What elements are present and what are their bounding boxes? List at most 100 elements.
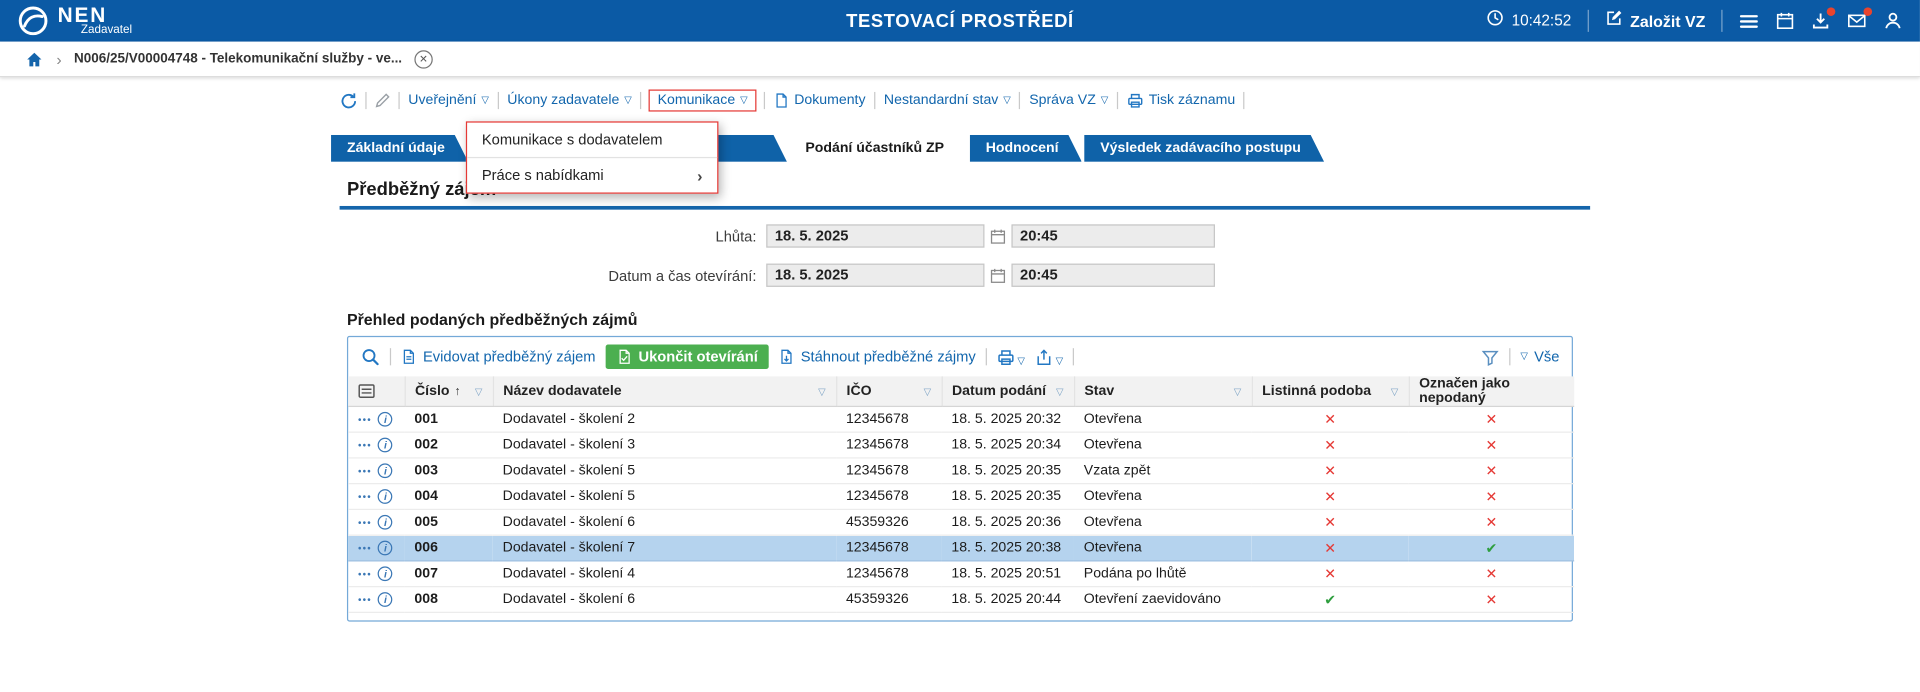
oteviani-date-input[interactable]: 18. 5. 2025	[766, 263, 985, 287]
col-datum-podani[interactable]: Datum podání ▽	[941, 376, 1075, 408]
calendar-icon[interactable]	[1775, 11, 1795, 31]
menu-item-prace-s-nabidkami[interactable]: Práce s nabídkami ›	[467, 156, 718, 193]
user-profile-icon[interactable]	[1883, 11, 1903, 31]
column-label: Název dodavatele	[503, 383, 622, 399]
lhuta-date-input[interactable]: 18. 5. 2025	[766, 224, 985, 248]
server-time: 10:42:52	[1486, 9, 1571, 34]
oteviani-time-input[interactable]: 20:45	[1011, 263, 1215, 287]
chevron-down-icon: ▽	[1017, 354, 1025, 366]
cell-number: 002	[404, 432, 493, 459]
info-icon[interactable]: i	[378, 592, 393, 607]
cell-actions: ••• i	[348, 586, 405, 613]
refresh-icon[interactable]	[340, 91, 358, 109]
info-icon[interactable]: i	[378, 566, 393, 582]
ukoncit-oteviani-button[interactable]: Ukončit otevírání	[605, 344, 769, 370]
row-actions-icon[interactable]: •••	[358, 440, 372, 451]
row-actions-icon[interactable]: •••	[358, 465, 372, 476]
info-icon[interactable]: i	[378, 514, 393, 530]
chevron-down-icon: ▽	[1520, 350, 1528, 362]
row-actions-icon[interactable]: •••	[358, 543, 372, 554]
menu-sprava-vz[interactable]: Správa VZ ▽	[1028, 91, 1110, 111]
info-icon[interactable]: i	[378, 463, 393, 479]
home-icon[interactable]	[25, 50, 45, 68]
lhuta-time-input[interactable]: 20:45	[1011, 224, 1215, 248]
filter-arrow-icon[interactable]: ▽	[1234, 386, 1242, 397]
printer-icon	[1127, 92, 1144, 109]
edit-record-icon[interactable]	[374, 92, 391, 109]
messages-icon[interactable]	[1846, 7, 1873, 31]
row-actions-icon[interactable]: •••	[358, 414, 372, 425]
column-label: Označen jako nepodaný	[1419, 376, 1510, 406]
menu-nestandardni-stav[interactable]: Nestandardní stav ▽	[883, 91, 1012, 111]
table-row[interactable]: ••• i 008 Dodavatel - školení 6 45359326…	[348, 586, 1575, 613]
filter-arrow-icon[interactable]: ▽	[924, 386, 932, 397]
date-picker-icon[interactable]	[989, 267, 1006, 284]
stahnout-zajmy-button[interactable]: Stáhnout předběžné zájmy	[779, 348, 976, 365]
col-nazev-dodavatele[interactable]: Název dodavatele ▽	[492, 376, 837, 408]
table-row[interactable]: ••• i 004 Dodavatel - školení 5 12345678…	[348, 483, 1575, 511]
filter-arrow-icon[interactable]: ▽	[475, 386, 483, 397]
cell-date-submitted: 18. 5. 2025 20:51	[941, 560, 1074, 588]
col-oznacen-jako-nepodany[interactable]: Označen jako nepodaný	[1408, 376, 1575, 408]
table-row[interactable]: ••• i 001 Dodavatel - školení 2 12345678…	[348, 406, 1575, 433]
row-actions-icon[interactable]: •••	[358, 517, 372, 528]
row-actions-icon[interactable]: •••	[358, 491, 372, 502]
table-row[interactable]: ••• i 003 Dodavatel - školení 5 12345678…	[348, 457, 1575, 485]
col-stav[interactable]: Stav ▽	[1073, 376, 1253, 408]
breadcrumb-item[interactable]: N006/25/V00004748 - Telekomunikační služ…	[74, 51, 402, 66]
export-grid-button[interactable]: ▽	[1035, 348, 1063, 366]
info-icon[interactable]: i	[378, 437, 393, 453]
deadline-form: Lhůta: 18. 5. 2025 20:45 Datum a čas ote…	[340, 224, 1215, 287]
cell-paper-form-mark: ✔	[1251, 586, 1409, 613]
print-grid-button[interactable]: ▽	[997, 348, 1025, 366]
cell-actions: ••• i	[348, 457, 405, 485]
tab-hodnoceni[interactable]: Hodnocení	[970, 135, 1082, 162]
menu-uverejneni[interactable]: Uveřejnění ▽	[407, 91, 490, 111]
menu-tisk-zaznamu[interactable]: Tisk záznamu	[1125, 89, 1236, 111]
hamburger-menu-icon[interactable]	[1738, 10, 1759, 31]
filter-arrow-icon[interactable]: ▽	[1056, 386, 1064, 397]
col-ico[interactable]: IČO ▽	[836, 376, 943, 408]
menu-dokumenty[interactable]: Dokumenty	[772, 89, 867, 111]
cell-paper-form-mark: ✕	[1251, 509, 1409, 536]
grid-body: ••• i 001 Dodavatel - školení 2 12345678…	[348, 406, 1575, 613]
sort-asc-icon[interactable]: ↑	[454, 384, 460, 397]
finish-opening-icon	[616, 348, 632, 365]
filter-preset-vse[interactable]: ▽ Vše	[1520, 348, 1559, 365]
submissions-table: Číslo ↑ ▽ Název dodavatele ▽ IČO ▽ Datum pod…	[348, 376, 1575, 613]
date-picker-icon[interactable]	[989, 227, 1006, 244]
button-label: Stáhnout předběžné zájmy	[800, 348, 976, 366]
tab-vysledek-zadavaciho-postupu[interactable]: Výsledek zadávacího postupu	[1084, 135, 1324, 162]
menu-komunikace[interactable]: Komunikace ▽	[648, 89, 757, 112]
tab-podani-ucastniku-zp[interactable]: Podání účastníků ZP	[789, 135, 967, 162]
table-row[interactable]: ••• i 002 Dodavatel - školení 3 12345678…	[348, 432, 1575, 459]
row-actions-icon[interactable]: •••	[358, 568, 372, 579]
tab-zakladni-udaje[interactable]: Základní údaje	[331, 135, 468, 162]
downloads-icon[interactable]	[1811, 7, 1836, 31]
table-row[interactable]: ••• i 007 Dodavatel - školení 4 12345678…	[348, 560, 1575, 588]
table-row[interactable]: ••• i 006 Dodavatel - školení 7 12345678…	[348, 535, 1575, 562]
col-cislo[interactable]: Číslo ↑ ▽	[404, 376, 494, 408]
menu-item-komunikace-s-dodavatelem[interactable]: Komunikace s dodavatelem	[467, 123, 717, 157]
topbar-actions: 10:42:52 Založit VZ	[1486, 7, 1903, 34]
filter-arrow-icon[interactable]: ▽	[1391, 386, 1399, 397]
separator	[1243, 91, 1245, 110]
nen-logo[interactable]: NEN Zadavatel	[17, 4, 132, 37]
info-icon[interactable]: i	[378, 489, 393, 504]
separator	[763, 91, 765, 110]
topbar: NEN Zadavatel TESTOVACÍ PROSTŘEDÍ 10:42:…	[0, 0, 1920, 42]
table-row[interactable]: ••• i 005 Dodavatel - školení 6 45359326…	[348, 509, 1575, 536]
close-record-icon[interactable]: ✕	[414, 49, 433, 69]
evidovat-zajem-button[interactable]: Evidovat předběžný zájem	[401, 348, 596, 365]
info-icon[interactable]: i	[378, 411, 393, 427]
col-row-settings[interactable]	[348, 376, 406, 408]
filter-icon[interactable]	[1481, 348, 1499, 366]
menu-ukony-zadavatele[interactable]: Úkony zadavatele ▽	[506, 91, 633, 111]
row-actions-icon[interactable]: •••	[358, 594, 372, 605]
info-icon[interactable]: i	[378, 540, 393, 556]
create-vz-button[interactable]: Založit VZ	[1604, 9, 1705, 34]
filter-arrow-icon[interactable]: ▽	[818, 386, 826, 397]
search-icon[interactable]	[360, 347, 380, 367]
cell-actions: ••• i	[348, 535, 405, 562]
col-listinna-podoba[interactable]: Listinná podoba ▽	[1251, 376, 1410, 408]
